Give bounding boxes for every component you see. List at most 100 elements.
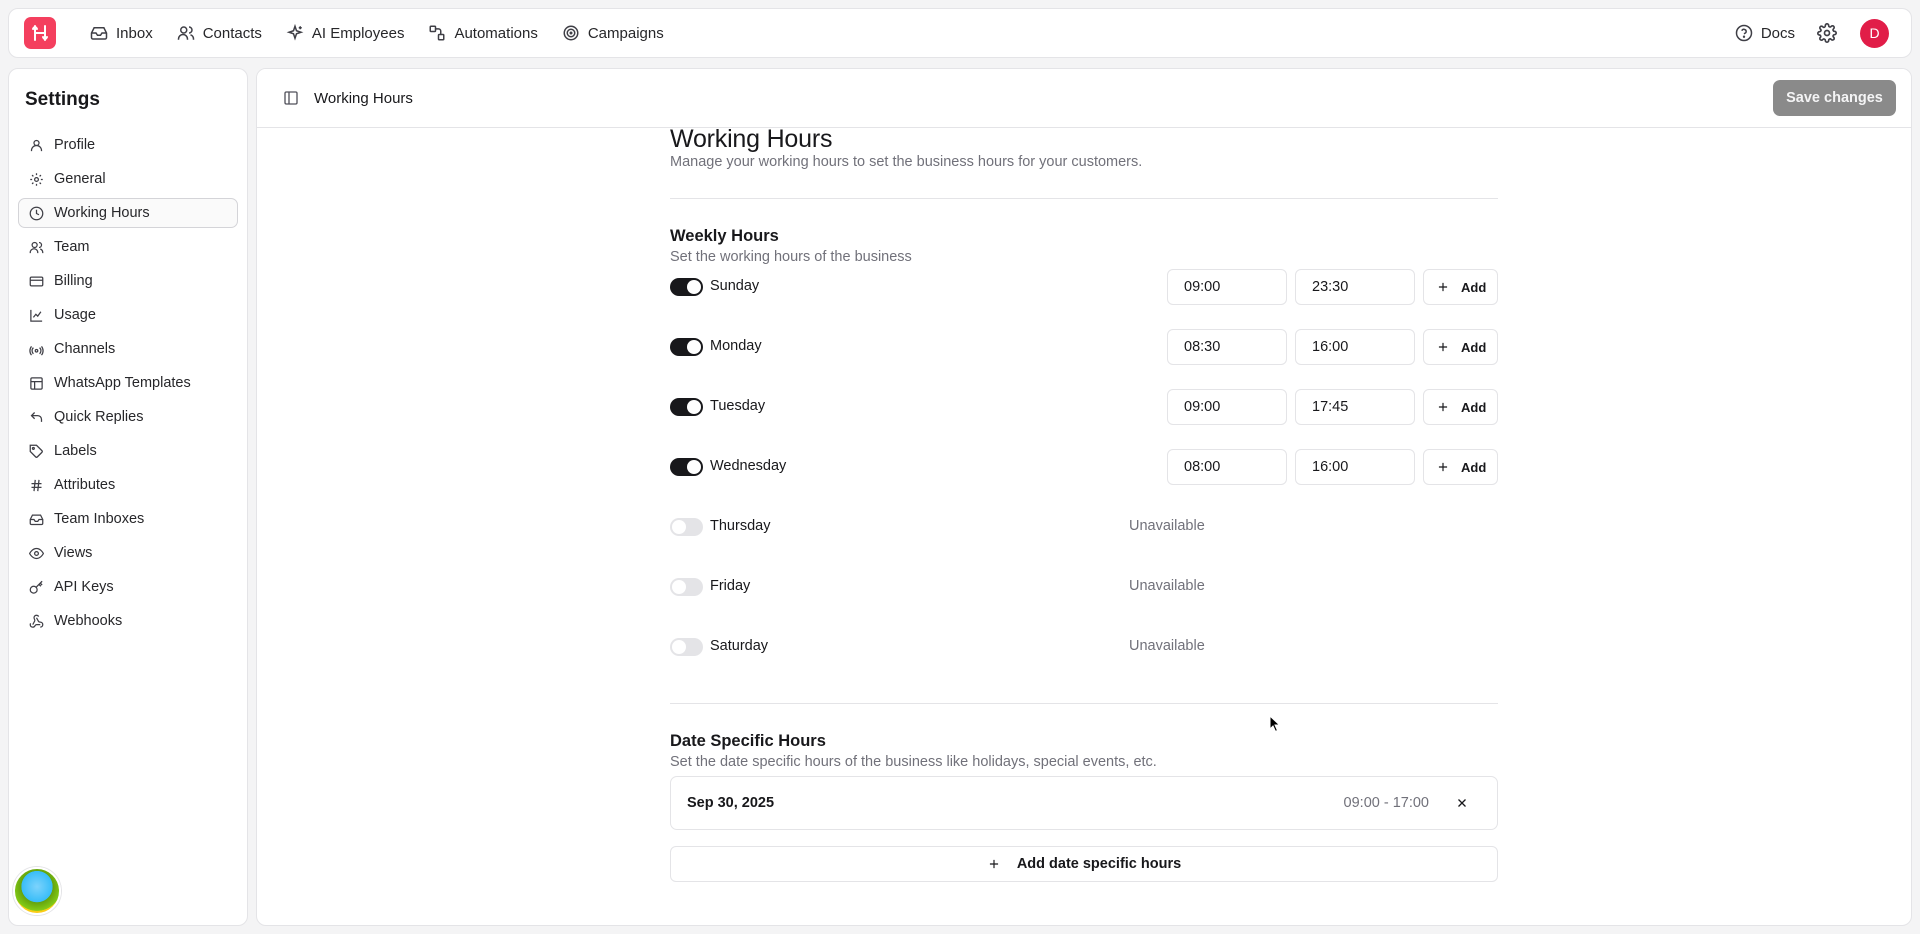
add-time-slot-button[interactable]: Add bbox=[1423, 389, 1498, 425]
nav-inbox[interactable]: Inbox bbox=[78, 16, 165, 50]
toggle-knob bbox=[672, 640, 686, 654]
day-name: Friday bbox=[710, 578, 751, 594]
sidebar-item-profile[interactable]: Profile bbox=[18, 130, 238, 160]
day-toggle[interactable] bbox=[670, 398, 703, 416]
help-circle-icon bbox=[1735, 24, 1753, 42]
plus-icon bbox=[1438, 462, 1448, 472]
date-specific-entry[interactable]: Sep 30, 2025 09:00 - 17:00 bbox=[670, 776, 1498, 830]
add-time-slot-button[interactable]: Add bbox=[1423, 449, 1498, 485]
clock-icon bbox=[29, 206, 44, 220]
header-title: Working Hours bbox=[314, 89, 413, 107]
toggle-knob bbox=[687, 460, 701, 474]
app-logo[interactable] bbox=[24, 17, 56, 49]
start-time-input[interactable]: 08:00 bbox=[1167, 449, 1287, 485]
reply-icon bbox=[30, 411, 43, 422]
sidebar-item-team[interactable]: Team bbox=[18, 232, 238, 262]
start-time-input[interactable]: 09:00 bbox=[1167, 389, 1287, 425]
save-changes-button[interactable]: Save changes bbox=[1773, 80, 1896, 116]
divider bbox=[670, 198, 1498, 199]
sidebar-item-label: Team bbox=[54, 239, 90, 255]
end-time-input[interactable]: 23:30 bbox=[1295, 269, 1415, 305]
start-time-input[interactable]: 09:00 bbox=[1167, 269, 1287, 305]
toggle-knob bbox=[687, 400, 701, 414]
nav-contacts[interactable]: Contacts bbox=[165, 16, 274, 50]
user-icon bbox=[30, 139, 43, 151]
plus-icon bbox=[1438, 282, 1448, 292]
nav-label: Contacts bbox=[202, 24, 262, 42]
user-avatar[interactable]: D bbox=[1860, 18, 1889, 48]
unavailable-label: Unavailable bbox=[1129, 578, 1205, 594]
target-icon bbox=[563, 25, 579, 41]
sidebar-item-quick-replies[interactable]: Quick Replies bbox=[18, 402, 238, 432]
sidebar-item-labels[interactable]: Labels bbox=[18, 436, 238, 466]
sparkle-icon bbox=[286, 24, 304, 41]
unavailable-label: Unavailable bbox=[1129, 518, 1205, 534]
remove-entry-icon[interactable] bbox=[1455, 796, 1469, 810]
sidebar-title: Settings bbox=[25, 89, 100, 110]
day-row-wednesday: Wednesday 08:00 16:00 Add bbox=[670, 449, 1498, 485]
nav-campaigns[interactable]: Campaigns bbox=[550, 16, 676, 50]
nav-automations[interactable]: Automations bbox=[416, 16, 549, 50]
end-time-input[interactable]: 16:00 bbox=[1295, 449, 1415, 485]
beach-avatar-icon[interactable] bbox=[13, 867, 61, 915]
day-name: Thursday bbox=[710, 518, 771, 534]
toggle-knob bbox=[672, 580, 686, 594]
add-date-label: Add date specific hours bbox=[1016, 856, 1182, 872]
sidebar-item-views[interactable]: Views bbox=[18, 538, 238, 568]
add-label: Add bbox=[1461, 399, 1487, 415]
sidebar-item-api-keys[interactable]: API Keys bbox=[18, 572, 238, 602]
docs-label: Docs bbox=[1760, 24, 1795, 42]
sidebar-item-usage[interactable]: Usage bbox=[18, 300, 238, 330]
day-row-thursday: Thursday Unavailable bbox=[670, 509, 1498, 545]
day-row-tuesday: Tuesday 09:00 17:45 Add bbox=[670, 389, 1498, 425]
day-row-friday: Friday Unavailable bbox=[670, 569, 1498, 605]
weekly-hours-subtitle: Set the working hours of the business bbox=[670, 249, 912, 265]
sidebar-item-channels[interactable]: Channels bbox=[18, 334, 238, 364]
day-toggle[interactable] bbox=[670, 578, 703, 596]
docs-link[interactable]: Docs bbox=[1735, 24, 1795, 42]
entry-date: Sep 30, 2025 bbox=[687, 795, 775, 811]
sidebar-item-whatsapp-templates[interactable]: WhatsApp Templates bbox=[18, 368, 238, 398]
sidebar-toggle-icon[interactable] bbox=[283, 90, 299, 106]
start-time-input[interactable]: 08:30 bbox=[1167, 329, 1287, 365]
sidebar-item-label: Billing bbox=[54, 273, 93, 289]
sidebar-item-label: WhatsApp Templates bbox=[54, 375, 191, 391]
main-nav: Inbox Contacts AI Employees Automations … bbox=[78, 16, 676, 50]
nav-ai-employees[interactable]: AI Employees bbox=[274, 16, 417, 50]
day-row-sunday: Sunday 09:00 23:30 Add bbox=[670, 269, 1498, 305]
add-time-slot-button[interactable]: Add bbox=[1423, 269, 1498, 305]
key-icon bbox=[29, 580, 43, 594]
day-toggle[interactable] bbox=[670, 518, 703, 536]
day-toggle[interactable] bbox=[670, 458, 703, 476]
day-toggle[interactable] bbox=[670, 638, 703, 656]
end-time-input[interactable]: 17:45 bbox=[1295, 389, 1415, 425]
add-label: Add bbox=[1461, 339, 1487, 355]
sidebar-item-working-hours[interactable]: Working Hours bbox=[18, 198, 238, 228]
toggle-knob bbox=[687, 280, 701, 294]
top-navigation-bar: Inbox Contacts AI Employees Automations … bbox=[8, 8, 1912, 58]
main-header: Working Hours Save changes bbox=[257, 69, 1911, 128]
add-label: Add bbox=[1461, 459, 1487, 475]
settings-sidebar: Settings Profile General Working Hours T… bbox=[8, 68, 248, 926]
sidebar-item-team-inboxes[interactable]: Team Inboxes bbox=[18, 504, 238, 534]
nav-label: Inbox bbox=[116, 24, 153, 42]
day-toggle[interactable] bbox=[670, 338, 703, 356]
page-title: Working Hours bbox=[670, 125, 833, 153]
gear-icon[interactable] bbox=[1817, 23, 1837, 43]
sidebar-item-webhooks[interactable]: Webhooks bbox=[18, 606, 238, 636]
card-icon bbox=[29, 276, 44, 286]
sidebar-item-general[interactable]: General bbox=[18, 164, 238, 194]
add-date-specific-hours-button[interactable]: Add date specific hours bbox=[670, 846, 1498, 882]
inbox-icon bbox=[29, 514, 44, 525]
sidebar-item-label: Channels bbox=[54, 341, 116, 357]
unavailable-label: Unavailable bbox=[1129, 638, 1205, 654]
sidebar-item-billing[interactable]: Billing bbox=[18, 266, 238, 296]
day-toggle[interactable] bbox=[670, 278, 703, 296]
sidebar-item-label: Team Inboxes bbox=[54, 511, 145, 527]
end-time-input[interactable]: 16:00 bbox=[1295, 329, 1415, 365]
add-time-slot-button[interactable]: Add bbox=[1423, 329, 1498, 365]
sidebar-item-attributes[interactable]: Attributes bbox=[18, 470, 238, 500]
divider bbox=[670, 703, 1498, 704]
broadcast-icon bbox=[29, 345, 44, 356]
day-name: Monday bbox=[710, 338, 762, 354]
